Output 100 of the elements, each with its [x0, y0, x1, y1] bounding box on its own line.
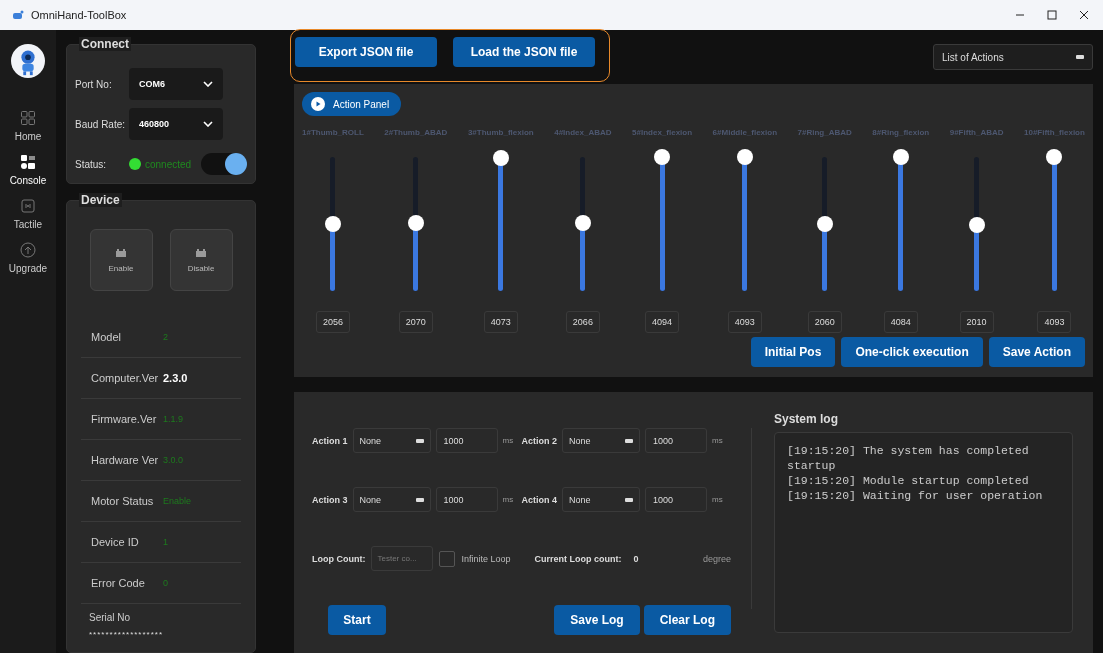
clear-log-button[interactable]: Clear Log: [643, 605, 731, 635]
connection-switch[interactable]: [201, 153, 247, 175]
action-select[interactable]: None: [562, 487, 640, 512]
joint-label: 8#Ring_flexion: [872, 128, 930, 137]
action-button[interactable]: Save Action: [988, 337, 1085, 367]
dropdown-icon: [415, 438, 424, 443]
joint-label: 7#Ring_ABAD: [797, 128, 852, 137]
info-value: 3.0.0: [163, 455, 184, 465]
console-icon: [20, 154, 36, 170]
log-line: [19:15:20] The system has completed startup: [787, 443, 1030, 473]
window-title: OmniHand-ToolBox: [31, 9, 127, 21]
duration-field[interactable]: 1000: [645, 487, 707, 512]
info-label: Firmware.Ver: [91, 413, 158, 425]
field-label: Status:: [75, 158, 108, 170]
joint-label: 2#Thumb_ABAD: [384, 128, 448, 137]
dropdown-icon: [415, 497, 424, 502]
panel-title: Device: [79, 193, 122, 207]
info-value: 2.3.0: [163, 372, 188, 384]
info-label: Device ID: [91, 536, 140, 548]
log-line: [19:15:20] Waiting for user operation: [787, 488, 1044, 503]
start-button[interactable]: Start: [328, 605, 386, 635]
info-label: Model: [91, 331, 122, 343]
nav-item[interactable]: Console: [9, 154, 47, 186]
info-label: Error Code: [91, 577, 146, 589]
joint-value-field[interactable]: 4094: [645, 311, 680, 333]
infinite-loop-checkbox[interactable]: [439, 550, 456, 567]
info-value: 1: [163, 537, 168, 547]
dropdown-icon: [625, 438, 633, 443]
chevron-down-icon: [203, 81, 213, 87]
joint-value-field[interactable]: 4093: [727, 311, 762, 333]
field-label: Port No:: [75, 78, 113, 90]
device-button[interactable]: Disable: [169, 229, 233, 291]
log-line: [19:15:20] Module startup completed: [787, 473, 1030, 488]
joint-value-field[interactable]: 2010: [959, 311, 994, 333]
unit-label: ms: [712, 436, 723, 445]
action-label: Action 1: [312, 435, 348, 446]
duration-field[interactable]: 1000: [435, 487, 498, 512]
upload-icon: [20, 242, 36, 258]
dropdown-icon: [625, 497, 633, 502]
file-button[interactable]: Load the JSON file: [453, 36, 595, 67]
joint-value-field[interactable]: 4073: [483, 311, 518, 333]
nav-item[interactable]: Tactile: [13, 198, 43, 230]
action-button[interactable]: Initial Pos: [750, 337, 836, 367]
unit-label: degree: [702, 553, 731, 564]
action-select[interactable]: None: [352, 428, 431, 453]
joint-value-field[interactable]: 4084: [883, 311, 918, 333]
joint-value-field[interactable]: 2066: [565, 311, 600, 333]
loop-count-label: Loop Count:: [312, 553, 366, 564]
joint-value-field[interactable]: 2070: [398, 311, 433, 333]
grid-icon: [20, 110, 36, 126]
joint-label: 5#Index_flexion: [632, 128, 693, 137]
checkbox-label: Infinite Loop: [461, 553, 511, 564]
info-value: Enable: [163, 496, 192, 506]
info-label: Serial No: [89, 612, 132, 623]
robot-avatar-icon: [11, 44, 45, 78]
joint-label: 1#Thumb_ROLL: [302, 128, 364, 137]
status-text: connected: [145, 158, 192, 170]
unit-label: ms: [502, 436, 514, 445]
close-icon[interactable]: [1079, 10, 1089, 20]
action-panel-tab[interactable]: Action Panel: [302, 92, 402, 116]
nav-item[interactable]: Upgrade: [8, 242, 48, 274]
duration-field[interactable]: 1000: [645, 428, 707, 453]
save-log-button[interactable]: Save Log: [554, 605, 640, 635]
joint-value-field[interactable]: 4093: [1037, 311, 1072, 333]
action-select[interactable]: None: [352, 487, 431, 512]
info-label: Computer.Ver: [91, 372, 159, 384]
unit-label: ms: [502, 495, 514, 504]
sensor-icon: [20, 198, 36, 214]
app-icon: [12, 10, 24, 20]
battery-icon: [195, 247, 207, 258]
joint-label: 4#Index_ABAD: [554, 128, 612, 137]
info-value: 1.1.9: [163, 414, 184, 424]
current-loop-label: Current Loop count:: [534, 553, 622, 564]
joint-label: 10#Fifth_flexion: [1024, 128, 1085, 137]
joint-value-field[interactable]: 2060: [807, 311, 842, 333]
dropdown-icon: [1076, 55, 1084, 59]
chevron-down-icon: [203, 121, 213, 127]
log-title: System log: [774, 412, 840, 426]
action-button[interactable]: One-click execution: [841, 337, 983, 367]
maximize-icon[interactable]: [1047, 10, 1057, 20]
action-select[interactable]: None: [562, 428, 640, 453]
file-button[interactable]: Export JSON file: [295, 36, 437, 67]
action-label: Action 2: [521, 435, 557, 446]
baud-rate-select[interactable]: 460800: [129, 108, 223, 140]
device-button[interactable]: Enable: [89, 229, 153, 291]
info-value: 2: [163, 332, 168, 342]
battery-icon: [115, 247, 127, 258]
joint-value-field[interactable]: 2056: [315, 311, 350, 333]
port-select[interactable]: COM6: [129, 68, 223, 100]
joint-label: 6#Middle_flexion: [712, 128, 778, 137]
actions-dropdown[interactable]: List of Actions: [933, 44, 1093, 70]
action-label: Action 4: [521, 494, 557, 505]
joint-label: 3#Thumb_flexion: [467, 128, 534, 137]
loop-count-field[interactable]: Tester co...: [371, 546, 434, 571]
nav-item[interactable]: Home: [14, 110, 42, 142]
action-label: Action 3: [312, 494, 348, 505]
current-loop-value: 0: [633, 553, 639, 564]
duration-field[interactable]: 1000: [435, 428, 498, 453]
info-value: 0: [163, 578, 168, 588]
info-label: Hardware Ver: [91, 454, 159, 466]
